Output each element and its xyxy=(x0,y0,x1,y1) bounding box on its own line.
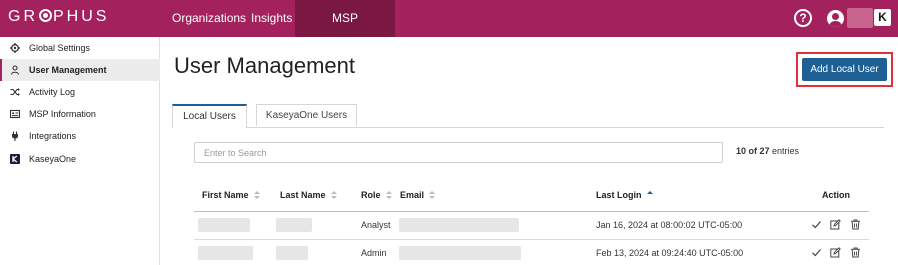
sidebar-item-msp-information[interactable]: MSP Information xyxy=(0,103,160,125)
tab-kaseyaone-users[interactable]: KaseyaOne Users xyxy=(256,104,357,126)
edit-icon[interactable] xyxy=(830,247,841,258)
column-header-action: Action xyxy=(822,190,850,200)
first-name-redacted xyxy=(198,246,253,260)
entries-count-suffix: entries xyxy=(772,146,800,156)
role-cell: Admin xyxy=(361,248,387,258)
top-navigation-bar: GR PHUS Organizations Insights MSP Admini… xyxy=(0,0,898,62)
check-icon[interactable] xyxy=(811,247,822,258)
user-avatar-icon[interactable] xyxy=(827,10,844,27)
sort-icon xyxy=(253,190,260,200)
help-icon[interactable]: ? xyxy=(794,9,812,27)
sidebar: Global Settings User Management Activity… xyxy=(0,37,160,265)
sort-icon xyxy=(330,190,337,200)
delete-icon[interactable] xyxy=(850,219,861,230)
shuffle-icon xyxy=(10,87,20,97)
sort-ascending-icon xyxy=(646,190,653,200)
sidebar-item-kaseyaone[interactable]: KaseyaOne xyxy=(0,148,160,170)
tab-local-users[interactable]: Local Users xyxy=(172,104,247,128)
sidebar-item-label: Activity Log xyxy=(29,87,76,97)
add-button-highlight: Add Local User xyxy=(796,52,893,87)
sidebar-item-user-management[interactable]: User Management xyxy=(0,59,160,81)
id-card-icon xyxy=(9,109,21,119)
edit-icon[interactable] xyxy=(830,219,841,230)
column-header-last-login[interactable]: Last Login xyxy=(596,190,653,200)
sidebar-item-integrations[interactable]: Integrations xyxy=(0,125,160,147)
kaseya-icon xyxy=(10,154,20,164)
person-icon xyxy=(10,65,20,75)
nav-insights[interactable]: Insights xyxy=(251,0,292,37)
add-local-user-button[interactable]: Add Local User xyxy=(802,58,887,81)
column-header-label: Last Name xyxy=(280,190,326,200)
email-redacted xyxy=(399,246,521,260)
table-row: Admin Feb 13, 2024 at 09:24:40 UTC-05:00 xyxy=(194,240,869,265)
entries-count: 10 of 27 entries xyxy=(736,146,799,156)
sidebar-item-label: User Management xyxy=(29,65,107,75)
last-name-redacted xyxy=(276,246,308,260)
gear-icon xyxy=(10,43,20,53)
user-name-redacted[interactable] xyxy=(847,8,873,28)
role-cell: Analyst xyxy=(361,220,391,230)
column-header-label: Last Login xyxy=(596,190,642,200)
search-input[interactable] xyxy=(194,142,723,163)
table-row: Analyst Jan 16, 2024 at 08:00:02 UTC-05:… xyxy=(194,212,869,239)
sidebar-item-activity-log[interactable]: Activity Log xyxy=(0,81,160,103)
last-login-cell: Feb 13, 2024 at 09:24:40 UTC-05:00 xyxy=(596,248,744,258)
email-redacted xyxy=(399,218,519,232)
kaseya-icon[interactable]: K xyxy=(874,9,891,26)
last-name-redacted xyxy=(276,218,312,232)
first-name-redacted xyxy=(198,218,250,232)
sidebar-item-label: KaseyaOne xyxy=(29,154,77,164)
column-header-label: Email xyxy=(400,190,425,200)
sidebar-item-label: MSP Information xyxy=(29,109,96,119)
column-header-role[interactable]: Role xyxy=(361,190,392,200)
logo-text-end: PHUS xyxy=(53,8,110,25)
column-header-label: Role xyxy=(361,190,381,200)
sort-icon xyxy=(429,190,436,200)
last-login-cell: Jan 16, 2024 at 08:00:02 UTC-05:00 xyxy=(596,220,743,230)
graphus-logo[interactable]: GR PHUS xyxy=(8,8,109,26)
nav-msp-administration[interactable]: MSP Administration xyxy=(295,0,395,62)
page-title: User Management xyxy=(174,53,355,78)
logo-text-start: GR xyxy=(8,8,38,25)
sidebar-item-label: Global Settings xyxy=(29,43,91,53)
entries-count-value: 10 of 27 xyxy=(736,146,770,156)
column-header-label: First Name xyxy=(202,190,249,200)
column-header-last-name[interactable]: Last Name xyxy=(280,190,337,200)
sidebar-item-label: Integrations xyxy=(29,131,77,141)
column-header-email[interactable]: Email xyxy=(400,190,436,200)
sort-icon xyxy=(385,190,392,200)
check-icon[interactable] xyxy=(811,219,822,230)
logo-ring-icon xyxy=(39,9,52,22)
column-header-first-name[interactable]: First Name xyxy=(202,190,260,200)
sidebar-item-global-settings[interactable]: Global Settings xyxy=(0,37,160,59)
tab-divider xyxy=(172,127,884,128)
nav-organizations[interactable]: Organizations xyxy=(172,0,246,37)
plug-icon xyxy=(10,131,20,141)
delete-icon[interactable] xyxy=(850,247,861,258)
